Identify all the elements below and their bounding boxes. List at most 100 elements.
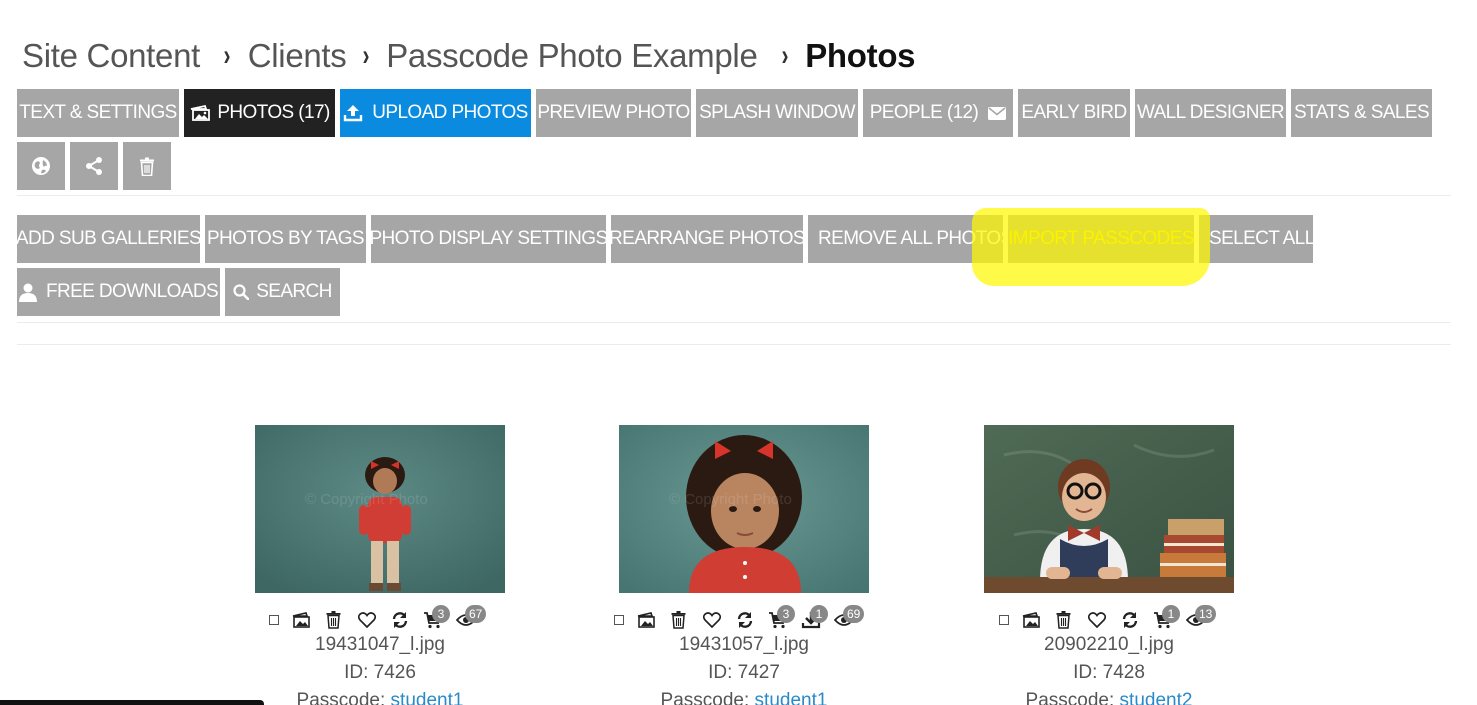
text-settings-button[interactable]: TEXT & SETTINGS [17, 89, 179, 137]
breadcrumb-gallery[interactable]: Passcode Photo Example [386, 37, 758, 75]
eye-icon[interactable]: 13 [1179, 605, 1217, 633]
rearrange-photos-label: REARRANGE PHOTOS [609, 228, 806, 249]
people-button[interactable]: PEOPLE (12) [863, 89, 1013, 137]
photo-display-settings-button[interactable]: PHOTO DISPLAY SETTINGS [369, 215, 608, 263]
preview-photo-button[interactable]: PREVIEW PHOTO [536, 89, 691, 137]
page-title: Photos [805, 37, 916, 74]
wall-designer-label: WALL DESIGNER [1136, 102, 1285, 123]
photo-display-settings-label: PHOTO DISPLAY SETTINGS [369, 228, 608, 249]
wall-designer-button[interactable]: WALL DESIGNER [1135, 89, 1286, 137]
search-button[interactable]: SEARCH [225, 268, 340, 316]
photos-button[interactable]: PHOTOS (17) [184, 89, 335, 137]
free-downloads-button[interactable]: FREE DOWNLOADS [17, 268, 220, 316]
text-settings-label: TEXT & SETTINGS [19, 102, 177, 123]
early-bird-label: EARLY BIRD [1021, 102, 1127, 123]
upload-photos-button[interactable]: UPLOAD PHOTOS [340, 89, 531, 137]
photo-id: ID: 7426 [344, 662, 416, 683]
photos-by-tags-button[interactable]: PHOTOS BY TAGS [205, 215, 366, 263]
photo-filename: 19431057_l.jpg [679, 634, 809, 655]
trash-icon[interactable] [317, 607, 350, 633]
photos-by-tags-label: PHOTOS BY TAGS [206, 228, 365, 249]
upload-photos-label: UPLOAD PHOTOS [372, 102, 528, 123]
free-downloads-label: FREE DOWNLOADS [45, 281, 219, 302]
refresh-icon[interactable] [1113, 607, 1146, 633]
passcode-link[interactable]: student2 [1120, 690, 1193, 705]
photo-filename: 20902210_l.jpg [1044, 634, 1174, 655]
import-passcodes-button[interactable]: IMPORT PASSCODES [1008, 215, 1194, 263]
refresh-icon[interactable] [383, 607, 416, 633]
photo-card: © Copyright Photo [619, 425, 869, 593]
photo-thumbnail[interactable] [984, 425, 1234, 593]
share-icon [84, 156, 104, 176]
eye-icon[interactable]: 69 [827, 605, 865, 633]
early-bird-button[interactable]: EARLY BIRD [1018, 89, 1130, 137]
trash-icon [139, 157, 155, 176]
refresh-icon[interactable] [728, 607, 761, 633]
eye-icon[interactable]: 67 [449, 605, 487, 633]
cart-icon[interactable]: 3 [416, 605, 450, 633]
chevron-right-icon: › [780, 39, 788, 72]
view-count-badge: 13 [1195, 605, 1217, 623]
heart-icon[interactable] [695, 607, 728, 633]
trash-icon[interactable] [1047, 607, 1080, 633]
watermark-text: © Copyright Photo [669, 491, 792, 508]
select-checkbox[interactable] [994, 607, 1014, 633]
passcode-label: Passcode: [1025, 690, 1115, 705]
select-checkbox[interactable] [264, 607, 284, 633]
bottom-bar [0, 700, 264, 705]
cart-count-badge: 3 [777, 605, 795, 623]
stats-sales-label: STATS & SALES [1293, 102, 1430, 123]
trash-icon[interactable] [662, 607, 695, 633]
globe-icon [31, 156, 51, 176]
passcode-link[interactable]: student1 [755, 690, 828, 705]
stats-sales-button[interactable]: STATS & SALES [1291, 89, 1432, 137]
photo-toolbar: 1 13 [994, 605, 1217, 633]
passcode-link[interactable]: student1 [391, 690, 464, 705]
photo-edit-icon[interactable] [1014, 607, 1047, 633]
divider [17, 344, 1451, 345]
photo-toolbar: 3 1 69 [609, 605, 865, 633]
download-icon[interactable]: 1 [794, 605, 828, 633]
heart-icon[interactable] [1080, 607, 1113, 633]
splash-window-button[interactable]: SPLASH WINDOW [696, 89, 858, 137]
search-icon [233, 284, 250, 300]
watermark-text: © Copyright Photo [305, 491, 428, 508]
select-checkbox[interactable] [609, 607, 629, 633]
rearrange-photos-button[interactable]: REARRANGE PHOTOS [609, 215, 806, 263]
photo-toolbar: 3 67 [264, 605, 487, 633]
photos-label: PHOTOS (17) [217, 102, 330, 123]
select-all-button[interactable]: SELECT ALL [1199, 215, 1315, 263]
breadcrumb: Site Content › Clients › Passcode Photo … [22, 34, 916, 78]
people-label: PEOPLE (12) [869, 102, 979, 123]
photo-thumbnail[interactable]: © Copyright Photo [619, 425, 869, 593]
chevron-right-icon: › [223, 39, 231, 72]
cart-icon[interactable]: 1 [1146, 605, 1180, 633]
photo-thumbnail[interactable]: © Copyright Photo [255, 425, 505, 593]
heart-icon[interactable] [350, 607, 383, 633]
photo-passcode: Passcode: student1 [255, 690, 505, 705]
remove-all-photos-button[interactable]: REMOVE ALL PHOTOS [808, 215, 1013, 263]
cart-count-badge: 1 [1162, 605, 1180, 623]
breadcrumb-site-content[interactable]: Site Content [22, 37, 200, 75]
photo-passcode: Passcode: student1 [619, 690, 869, 705]
download-count-badge: 1 [810, 605, 828, 623]
cart-icon[interactable]: 3 [761, 605, 795, 633]
search-label: SEARCH [256, 281, 332, 302]
globe-button[interactable] [17, 142, 65, 190]
add-sub-galleries-button[interactable]: ADD SUB GALLERIES [15, 215, 202, 263]
breadcrumb-clients[interactable]: Clients [248, 37, 347, 75]
photo-edit-icon[interactable] [629, 607, 662, 633]
envelope-icon [988, 106, 1007, 120]
photo-card: © Copyright Photo [255, 425, 505, 593]
divider [17, 195, 1451, 196]
passcode-label: Passcode: [296, 690, 386, 705]
share-button[interactable] [70, 142, 118, 190]
upload-icon [343, 104, 363, 122]
remove-all-photos-label: REMOVE ALL PHOTOS [818, 228, 1013, 249]
cart-count-badge: 3 [432, 605, 450, 623]
import-passcodes-label: IMPORT PASSCODES [1008, 228, 1194, 249]
delete-gallery-button[interactable] [123, 142, 171, 190]
add-sub-galleries-label: ADD SUB GALLERIES [15, 228, 202, 249]
splash-window-label: SPLASH WINDOW [699, 102, 855, 123]
photo-edit-icon[interactable] [284, 607, 317, 633]
